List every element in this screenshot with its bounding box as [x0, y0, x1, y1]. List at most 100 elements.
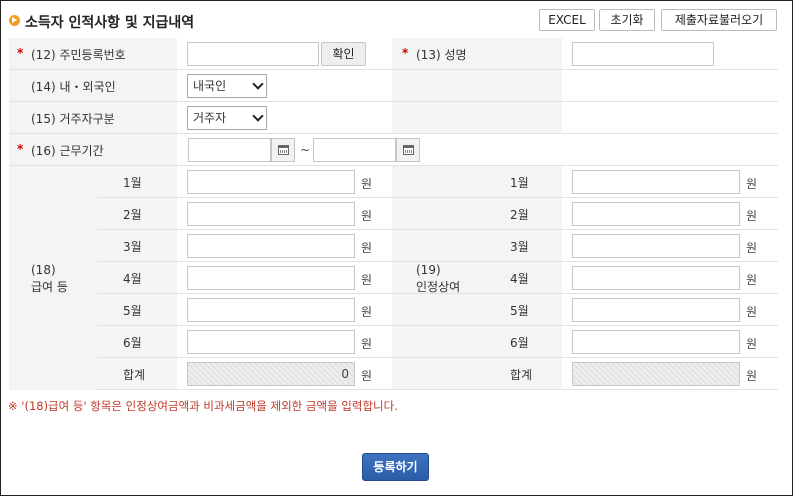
salary-month-label: 5월 — [123, 304, 142, 318]
bonus-month-label: 6월 — [510, 336, 529, 350]
name-input[interactable] — [572, 42, 714, 66]
bonus-month-label-cell: 4월 — [484, 262, 562, 293]
won-unit-label: 원 — [746, 241, 758, 255]
won-unit-label: 원 — [746, 273, 758, 287]
bonus-amount-input[interactable] — [572, 202, 740, 226]
salary-month-label: 6월 — [123, 336, 142, 350]
residency-value: 거주자 — [193, 111, 227, 125]
bonus-month-label: 2월 — [510, 208, 529, 222]
salary-amount-input[interactable] — [187, 298, 355, 322]
won-unit-label: 원 — [746, 337, 758, 351]
month-row: 1월 원 1월 원 — [97, 166, 778, 198]
label-cell: * (12) 주민등록번호 — [9, 38, 177, 69]
bonus-total-field — [572, 362, 740, 386]
won-unit-label: 원 — [361, 369, 373, 383]
salary-amount-input[interactable] — [187, 234, 355, 258]
input-notice: ※ '(18)급여 등' 항목은 인정상여금액과 비과세금액을 제외한 금액을 … — [8, 399, 398, 413]
bonus-month-label: 3월 — [510, 240, 529, 254]
salary-month-label-cell: 2월 — [97, 198, 177, 229]
total-row: 합계 0 원 합계 원 — [97, 358, 778, 390]
label-cell: (15) 거주자구분 — [9, 102, 177, 133]
work-period-label: (16) 근무기간 — [31, 144, 104, 158]
dialog-frame: 소득자 인적사항 및 지급내역 EXCEL 초기화 제출자료불러오기 * (12… — [0, 0, 793, 496]
won-unit-label: 원 — [361, 337, 373, 351]
bonus-month-label-cell: 1월 — [484, 166, 562, 197]
salary-amount-input[interactable] — [187, 202, 355, 226]
salary-month-label-cell: 3월 — [97, 230, 177, 261]
month-row: 3월 원 3월 원 — [97, 230, 778, 262]
bonus-month-label: 1월 — [510, 176, 529, 190]
bonus-total-label: 합계 — [510, 368, 533, 382]
bonus-amount-input[interactable] — [572, 266, 740, 290]
month-row: 2월 원 2월 원 — [97, 198, 778, 230]
won-unit-label: 원 — [746, 177, 758, 191]
calendar-icon — [403, 145, 414, 155]
won-unit-label: 원 — [361, 305, 373, 319]
resident-no-input[interactable] — [187, 42, 319, 66]
bonus-month-label-cell: 5월 — [484, 294, 562, 325]
month-row: 5월 원 5월 원 — [97, 294, 778, 326]
salary-month-label-cell: 5월 — [97, 294, 177, 325]
bonus-month-label-cell: 3월 — [484, 230, 562, 261]
won-unit-label: 원 — [361, 209, 373, 223]
label-cell: * (16) 근무기간 — [9, 134, 177, 165]
calendar-icon — [278, 145, 289, 155]
bonus-month-label: 5월 — [510, 304, 529, 318]
bonus-month-label-cell: 합계 — [484, 358, 562, 389]
salary-section-number: (18) — [31, 263, 56, 277]
salary-total-label: 합계 — [123, 368, 146, 382]
month-row: 4월 원 4월 원 — [97, 262, 778, 294]
period-start-calendar-button[interactable] — [271, 138, 295, 162]
won-unit-label: 원 — [746, 305, 758, 319]
load-submitted-data-button[interactable]: 제출자료불러오기 — [661, 9, 777, 31]
label-cell: * (13) 성명 — [392, 38, 562, 69]
row-residency: (15) 거주자구분 거주자 — [9, 102, 778, 134]
nationality-select[interactable]: 내국인 — [187, 74, 267, 98]
required-mark: * — [17, 46, 24, 60]
reset-button[interactable]: 초기화 — [599, 9, 655, 31]
bonus-month-label-cell: 6월 — [484, 326, 562, 357]
period-end-calendar-button[interactable] — [396, 138, 420, 162]
salary-month-label-cell: 6월 — [97, 326, 177, 357]
required-mark: * — [17, 142, 24, 156]
resident-no-label: (12) 주민등록번호 — [31, 48, 126, 62]
won-unit-label: 원 — [746, 369, 758, 383]
bonus-amount-input[interactable] — [572, 330, 740, 354]
salary-month-label: 2월 — [123, 208, 142, 222]
won-unit-label: 원 — [746, 209, 758, 223]
excel-button[interactable]: EXCEL — [539, 9, 595, 31]
salary-month-label: 1월 — [123, 176, 142, 190]
bonus-amount-input[interactable] — [572, 298, 740, 322]
nationality-value: 내국인 — [193, 79, 227, 93]
required-mark: * — [402, 46, 409, 60]
month-row: 6월 원 6월 원 — [97, 326, 778, 358]
bonus-month-label-cell: 2월 — [484, 198, 562, 229]
salary-total-value: 0 — [341, 367, 349, 381]
period-end-input[interactable] — [313, 138, 396, 162]
bonus-amount-input[interactable] — [572, 170, 740, 194]
register-button[interactable]: 등록하기 — [362, 453, 429, 481]
residency-label: (15) 거주자구분 — [31, 112, 115, 126]
row-work-period: * (16) 근무기간 ~ — [9, 134, 778, 166]
empty-cell — [392, 70, 562, 101]
header: 소득자 인적사항 및 지급내역 EXCEL 초기화 제출자료불러오기 — [9, 9, 782, 33]
confirm-button[interactable]: 확인 — [321, 42, 366, 66]
salary-month-label-cell: 4월 — [97, 262, 177, 293]
residency-select[interactable]: 거주자 — [187, 106, 267, 130]
salary-amount-input[interactable] — [187, 170, 355, 194]
empty-cell — [392, 102, 562, 133]
salary-month-label: 3월 — [123, 240, 142, 254]
salary-section-name: 급여 등 — [31, 280, 68, 294]
bonus-amount-input[interactable] — [572, 234, 740, 258]
nationality-label: (14) 내・외국인 — [31, 80, 116, 94]
salary-amount-input[interactable] — [187, 330, 355, 354]
period-start-input[interactable] — [188, 138, 271, 162]
bullet-icon — [9, 15, 20, 26]
row-nationality: (14) 내・외국인 내국인 — [9, 70, 778, 102]
salary-section-label-cell: (18) 급여 등 — [9, 166, 97, 390]
won-unit-label: 원 — [361, 241, 373, 255]
salary-amount-input[interactable] — [187, 266, 355, 290]
salary-total-field: 0 — [187, 362, 355, 386]
chevron-down-icon — [252, 110, 264, 122]
period-separator: ~ — [300, 143, 311, 157]
